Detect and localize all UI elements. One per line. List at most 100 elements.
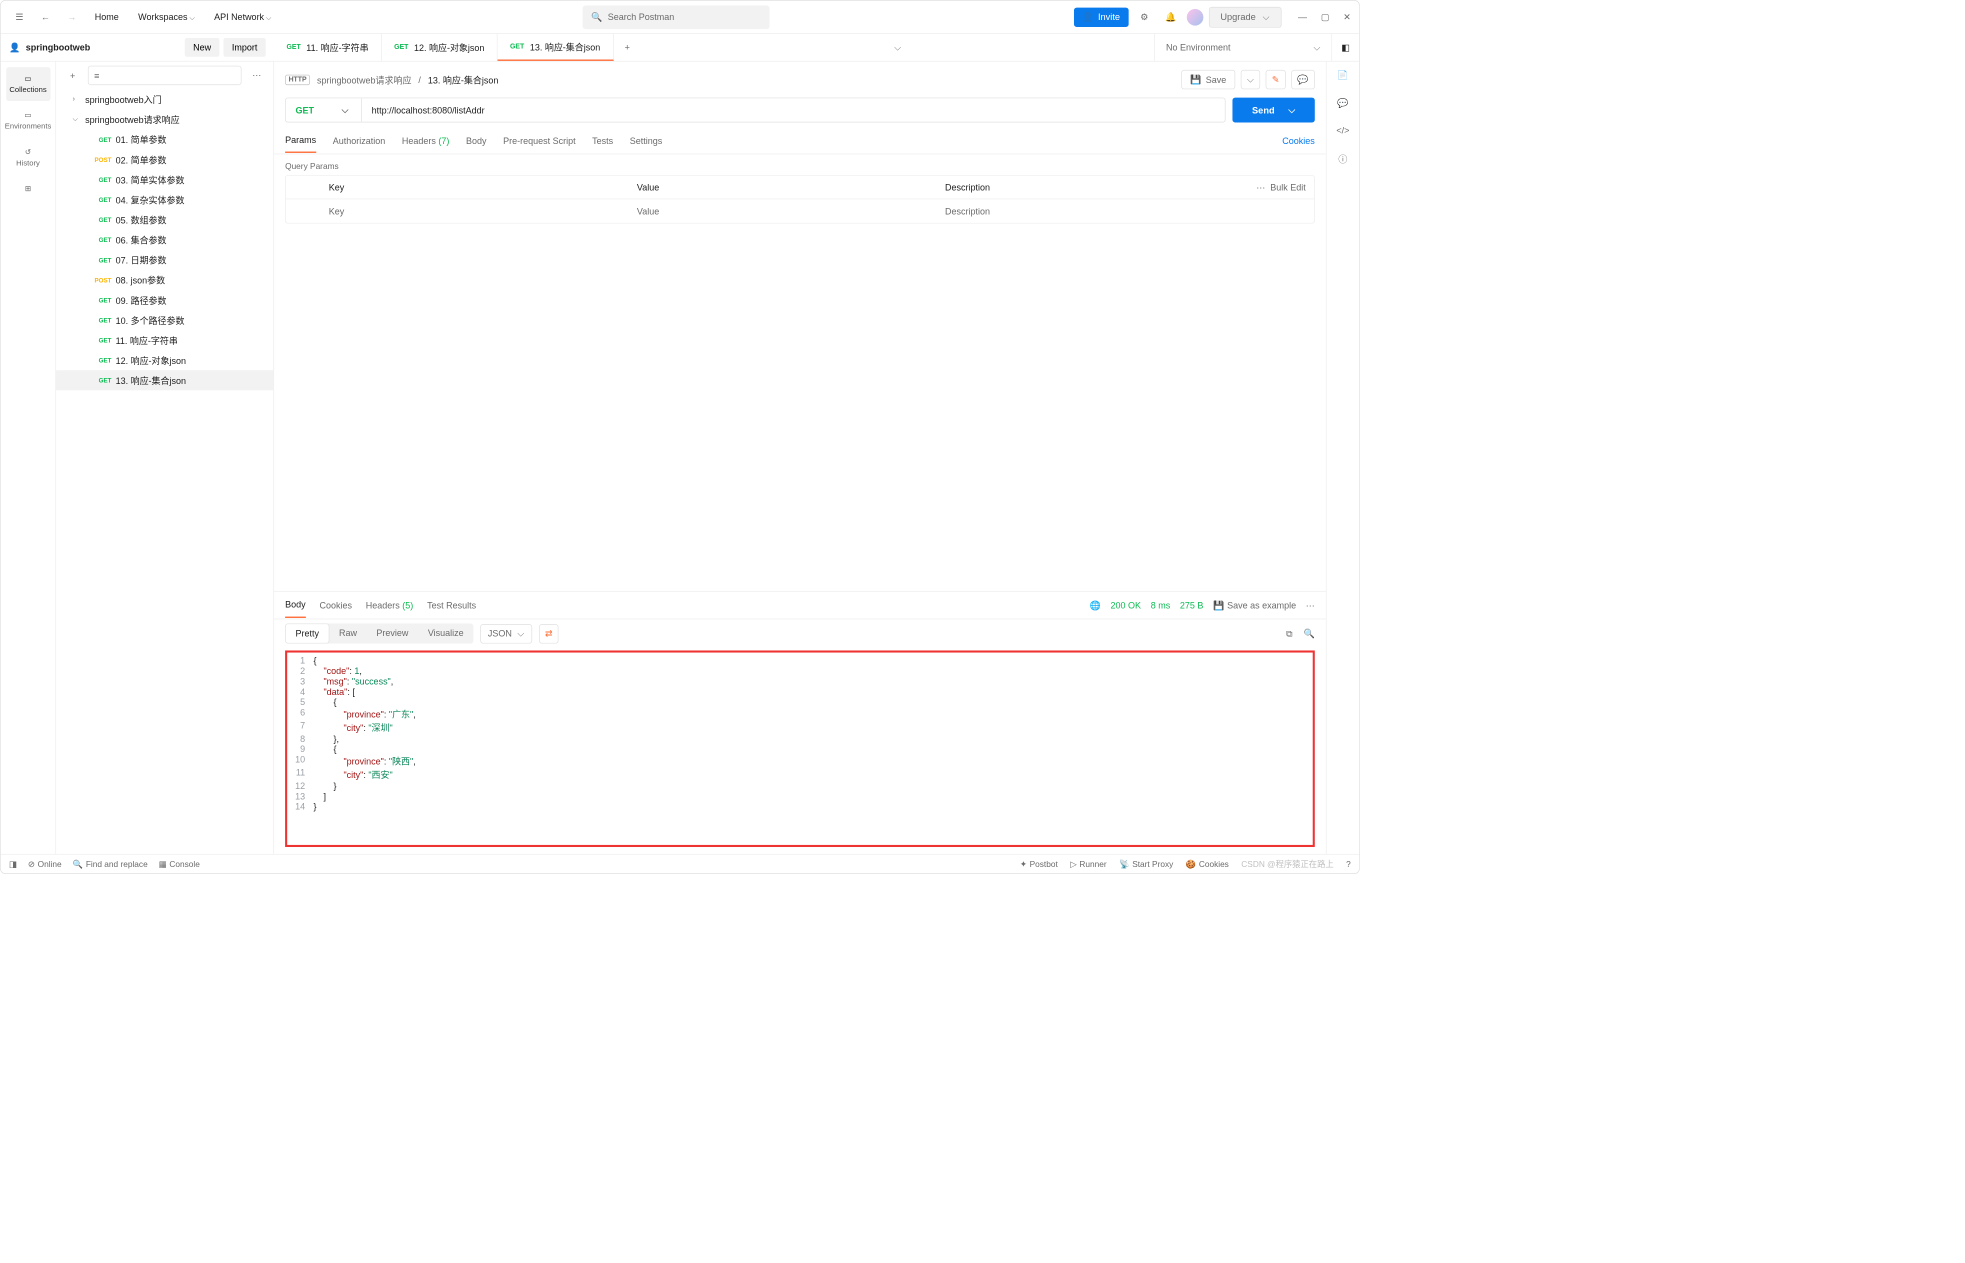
tree-request-item[interactable]: GET11. 响应-字符串 bbox=[56, 330, 273, 350]
url-input[interactable]: http://localhost:8080/listAddr bbox=[362, 98, 1225, 122]
request-tab[interactable]: GET13. 响应-集合json bbox=[498, 34, 614, 61]
nav-api-network[interactable]: API Network bbox=[207, 9, 278, 25]
view-visualize[interactable]: Visualize bbox=[418, 623, 473, 643]
status-online[interactable]: ⊘ Online bbox=[28, 859, 62, 869]
settings-gear-icon[interactable]: ⚙ bbox=[1134, 7, 1155, 28]
hamburger-icon[interactable]: ☰ bbox=[9, 7, 30, 28]
edit-icon[interactable]: ✎ bbox=[1266, 70, 1286, 89]
tree-request-item[interactable]: POST02. 简单参数 bbox=[56, 149, 273, 169]
status-console[interactable]: ▦ Console bbox=[159, 859, 200, 869]
tab-authorization[interactable]: Authorization bbox=[333, 129, 386, 152]
import-button[interactable]: Import bbox=[224, 38, 266, 57]
tab-tests[interactable]: Tests bbox=[592, 129, 613, 152]
tree-request-item[interactable]: GET05. 数组参数 bbox=[56, 210, 273, 230]
comment-icon[interactable]: 💬 bbox=[1291, 70, 1315, 89]
view-preview[interactable]: Preview bbox=[367, 623, 418, 643]
more-options-icon[interactable]: ⋯ bbox=[247, 66, 266, 85]
save-dropdown[interactable]: ⌵ bbox=[1241, 70, 1260, 89]
new-button[interactable]: New bbox=[185, 38, 220, 57]
window-minimize-icon[interactable]: — bbox=[1298, 11, 1307, 22]
invite-button[interactable]: 👤 Invite bbox=[1074, 7, 1128, 26]
search-icon[interactable]: 🔍 bbox=[1304, 628, 1315, 639]
nav-workspaces[interactable]: Workspaces bbox=[131, 9, 201, 25]
resp-tab-body[interactable]: Body bbox=[285, 592, 306, 618]
docs-icon[interactable]: 📄 bbox=[1337, 70, 1348, 81]
nav-history[interactable]: ↺ History bbox=[6, 140, 50, 174]
format-selector[interactable]: JSON ⌵ bbox=[480, 624, 532, 643]
status-pane-icon[interactable]: ◨ bbox=[9, 859, 17, 869]
notifications-bell-icon[interactable]: 🔔 bbox=[1160, 7, 1181, 28]
tab-body[interactable]: Body bbox=[466, 129, 487, 152]
nav-environments[interactable]: ▭ Environments bbox=[6, 104, 50, 138]
tree-request-item[interactable]: GET03. 简单实体参数 bbox=[56, 170, 273, 190]
value-input[interactable]: Value bbox=[629, 206, 937, 216]
tree-request-item[interactable]: GET09. 路径参数 bbox=[56, 290, 273, 310]
request-tab[interactable]: GET12. 响应-对象json bbox=[382, 34, 498, 61]
nav-back-icon[interactable]: ← bbox=[35, 7, 56, 28]
add-icon[interactable]: + bbox=[63, 66, 82, 85]
copy-icon[interactable]: ⧉ bbox=[1286, 628, 1292, 639]
save-icon: 💾 bbox=[1190, 74, 1201, 85]
bulk-edit-link[interactable]: Bulk Edit bbox=[1270, 182, 1306, 192]
breadcrumb-current[interactable]: 13. 响应-集合json bbox=[428, 73, 498, 86]
tree-folder[interactable]: ⌵ springbootweb请求响应 bbox=[56, 109, 273, 129]
environment-quicklook-icon[interactable]: ◧ bbox=[1331, 34, 1359, 61]
description-input[interactable]: Description bbox=[937, 206, 1245, 216]
globe-icon[interactable]: 🌐 bbox=[1090, 600, 1101, 611]
window-maximize-icon[interactable]: ▢ bbox=[1321, 11, 1330, 22]
tree-request-item[interactable]: GET07. 日期参数 bbox=[56, 250, 273, 270]
resp-tab-cookies[interactable]: Cookies bbox=[319, 593, 352, 617]
tree-request-item[interactable]: GET04. 复杂实体参数 bbox=[56, 190, 273, 210]
status-postbot[interactable]: ✦ Postbot bbox=[1020, 858, 1058, 870]
status-runner[interactable]: ▷ Runner bbox=[1070, 858, 1106, 870]
environment-selector[interactable]: No Environment ⌵ bbox=[1154, 34, 1331, 61]
avatar[interactable] bbox=[1186, 9, 1203, 26]
tree-request-item[interactable]: GET06. 集合参数 bbox=[56, 230, 273, 250]
new-tab-icon[interactable]: + bbox=[613, 34, 641, 61]
status-cookies[interactable]: 🍪 Cookies bbox=[1186, 858, 1229, 870]
code-icon[interactable]: </> bbox=[1336, 125, 1349, 135]
upgrade-button[interactable]: Upgrade ⌵ bbox=[1209, 7, 1282, 28]
nav-collections[interactable]: ▭ Collections bbox=[6, 67, 50, 101]
resp-tab-headers[interactable]: Headers (5) bbox=[366, 593, 414, 617]
tree-request-item[interactable]: GET13. 响应-集合json bbox=[56, 370, 273, 390]
send-button[interactable]: Send ⌵ bbox=[1233, 98, 1315, 123]
request-tab[interactable]: GET11. 响应-字符串 bbox=[274, 34, 382, 61]
response-body[interactable]: 1{2 "code": 1,3 "msg": "success",4 "data… bbox=[285, 650, 1315, 847]
nav-more[interactable]: ⊞ bbox=[6, 177, 50, 200]
nav-forward-icon[interactable]: → bbox=[62, 7, 83, 28]
wrap-lines-icon[interactable]: ⇄ bbox=[539, 624, 559, 643]
view-pretty[interactable]: Pretty bbox=[285, 623, 329, 643]
filter-input[interactable]: ≡ bbox=[88, 66, 242, 85]
more-icon: ⊞ bbox=[25, 184, 31, 193]
tab-headers[interactable]: Headers (7) bbox=[402, 129, 450, 152]
tab-overflow-icon[interactable]: ⌵ bbox=[884, 34, 912, 61]
tree-request-item[interactable]: GET01. 简单参数 bbox=[56, 129, 273, 149]
nav-home[interactable]: Home bbox=[88, 9, 126, 25]
status-find-replace[interactable]: 🔍 Find and replace bbox=[73, 859, 148, 869]
cookies-link[interactable]: Cookies bbox=[1282, 136, 1315, 146]
tree-request-item[interactable]: GET12. 响应-对象json bbox=[56, 350, 273, 370]
tree-request-item[interactable]: GET10. 多个路径参数 bbox=[56, 310, 273, 330]
tab-params[interactable]: Params bbox=[285, 129, 316, 153]
method-selector[interactable]: GET ⌵ bbox=[286, 98, 362, 122]
workspace-name[interactable]: springbootweb bbox=[26, 42, 90, 52]
resp-tab-test-results[interactable]: Test Results bbox=[427, 593, 476, 617]
info-icon[interactable]: ⓘ bbox=[1338, 152, 1347, 165]
save-button[interactable]: 💾 Save bbox=[1181, 70, 1235, 89]
table-row-options-icon[interactable]: ⋯ Bulk Edit bbox=[1245, 182, 1314, 193]
more-icon[interactable]: ⋯ bbox=[1306, 600, 1315, 611]
window-close-icon[interactable]: ✕ bbox=[1343, 11, 1351, 22]
status-help-icon[interactable]: ? bbox=[1346, 858, 1351, 870]
tree-request-item[interactable]: POST08. json参数 bbox=[56, 270, 273, 290]
status-proxy[interactable]: 📡 Start Proxy bbox=[1119, 858, 1173, 870]
view-raw[interactable]: Raw bbox=[329, 623, 366, 643]
tab-prerequest[interactable]: Pre-request Script bbox=[503, 129, 575, 152]
search-input[interactable]: 🔍 Search Postman bbox=[583, 5, 770, 29]
breadcrumb-parent[interactable]: springbootweb请求响应 bbox=[317, 73, 412, 86]
tab-settings[interactable]: Settings bbox=[630, 129, 663, 152]
save-example-button[interactable]: 💾 Save as example bbox=[1213, 600, 1296, 611]
comments-icon[interactable]: 💬 bbox=[1337, 98, 1348, 109]
key-input[interactable]: Key bbox=[320, 206, 628, 216]
tree-folder[interactable]: › springbootweb入门 bbox=[56, 89, 273, 109]
